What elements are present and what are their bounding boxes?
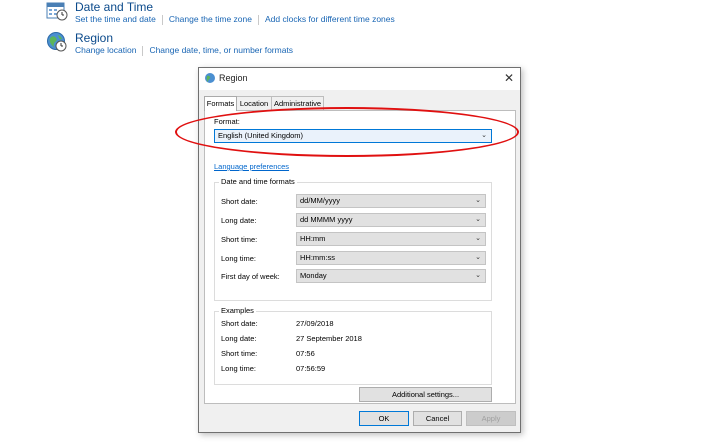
change-formats-link[interactable]: Change date, time, or number formats (149, 45, 293, 55)
examples-group: Examples Short date: 27/09/2018 Long dat… (214, 306, 492, 385)
chevron-down-icon: ⌄ (475, 235, 481, 242)
tab-location[interactable]: Location (236, 96, 272, 110)
link-separator (161, 14, 163, 25)
example-short-time-value: 07:56 (296, 349, 315, 358)
ok-button[interactable]: OK (359, 411, 409, 426)
change-time-zone-link[interactable]: Change the time zone (169, 14, 252, 24)
long-time-value: HH:mm:ss (300, 253, 335, 262)
long-time-label: Long time: (221, 254, 257, 263)
region-links: Change location Change date, time, or num… (75, 45, 293, 56)
short-time-value: HH:mm (300, 234, 326, 243)
example-short-date-value: 27/09/2018 (296, 319, 334, 328)
first-day-dropdown[interactable]: Monday ⌄ (296, 269, 486, 283)
apply-button: Apply (466, 411, 516, 426)
region-icon (205, 73, 215, 83)
link-separator (257, 14, 259, 25)
example-short-date-label: Short date: (221, 319, 258, 328)
date-time-links: Set the time and date Change the time zon… (75, 14, 395, 25)
example-long-time-value: 07:56:59 (296, 364, 326, 373)
short-date-value: dd/MM/yyyy (300, 196, 341, 205)
long-date-label: Long date: (221, 216, 257, 225)
date-time-formats-title: Date and time formats (219, 177, 297, 186)
globe-clock-icon (47, 32, 67, 52)
dialog-titlebar[interactable]: Region ✕ (199, 68, 520, 90)
short-date-label: Short date: (221, 197, 258, 206)
close-icon[interactable]: ✕ (504, 71, 514, 85)
dialog-title: Region (219, 73, 248, 83)
long-time-dropdown[interactable]: HH:mm:ss ⌄ (296, 251, 486, 265)
set-time-date-link[interactable]: Set the time and date (75, 14, 156, 24)
example-long-date-label: Long date: (221, 334, 257, 343)
region-item: Region Change location Change date, time,… (46, 31, 446, 61)
first-day-label: First day of week: (221, 272, 280, 281)
long-date-value: dd MMMM yyyy (300, 215, 353, 224)
additional-settings-button[interactable]: Additional settings... (359, 387, 492, 402)
chevron-down-icon: ⌄ (475, 272, 481, 279)
language-preferences-link[interactable]: Language preferences (214, 162, 289, 171)
region-title[interactable]: Region (75, 31, 113, 45)
highlight-ellipse (175, 107, 519, 157)
chevron-down-icon: ⌄ (475, 216, 481, 223)
add-clocks-link[interactable]: Add clocks for different time zones (265, 14, 395, 24)
tab-formats[interactable]: Formats (204, 96, 237, 111)
date-time-item: Date and Time Set the time and date Chang… (46, 0, 446, 30)
examples-title: Examples (219, 306, 256, 315)
change-location-link[interactable]: Change location (75, 45, 136, 55)
long-date-dropdown[interactable]: dd MMMM yyyy ⌄ (296, 213, 486, 227)
date-time-formats-group: Date and time formats Short date: dd/MM/… (214, 177, 492, 301)
example-short-time-label: Short time: (221, 349, 258, 358)
clock-calendar-icon (46, 2, 68, 21)
cancel-button[interactable]: Cancel (413, 411, 462, 426)
chevron-down-icon: ⌄ (475, 254, 481, 261)
link-separator (142, 45, 144, 56)
short-date-dropdown[interactable]: dd/MM/yyyy ⌄ (296, 194, 486, 208)
example-long-time-label: Long time: (221, 364, 257, 373)
example-long-date-value: 27 September 2018 (296, 334, 362, 343)
short-time-dropdown[interactable]: HH:mm ⌄ (296, 232, 486, 246)
date-time-title[interactable]: Date and Time (75, 0, 153, 14)
first-day-value: Monday (300, 271, 327, 280)
chevron-down-icon: ⌄ (475, 197, 481, 204)
short-time-label: Short time: (221, 235, 258, 244)
